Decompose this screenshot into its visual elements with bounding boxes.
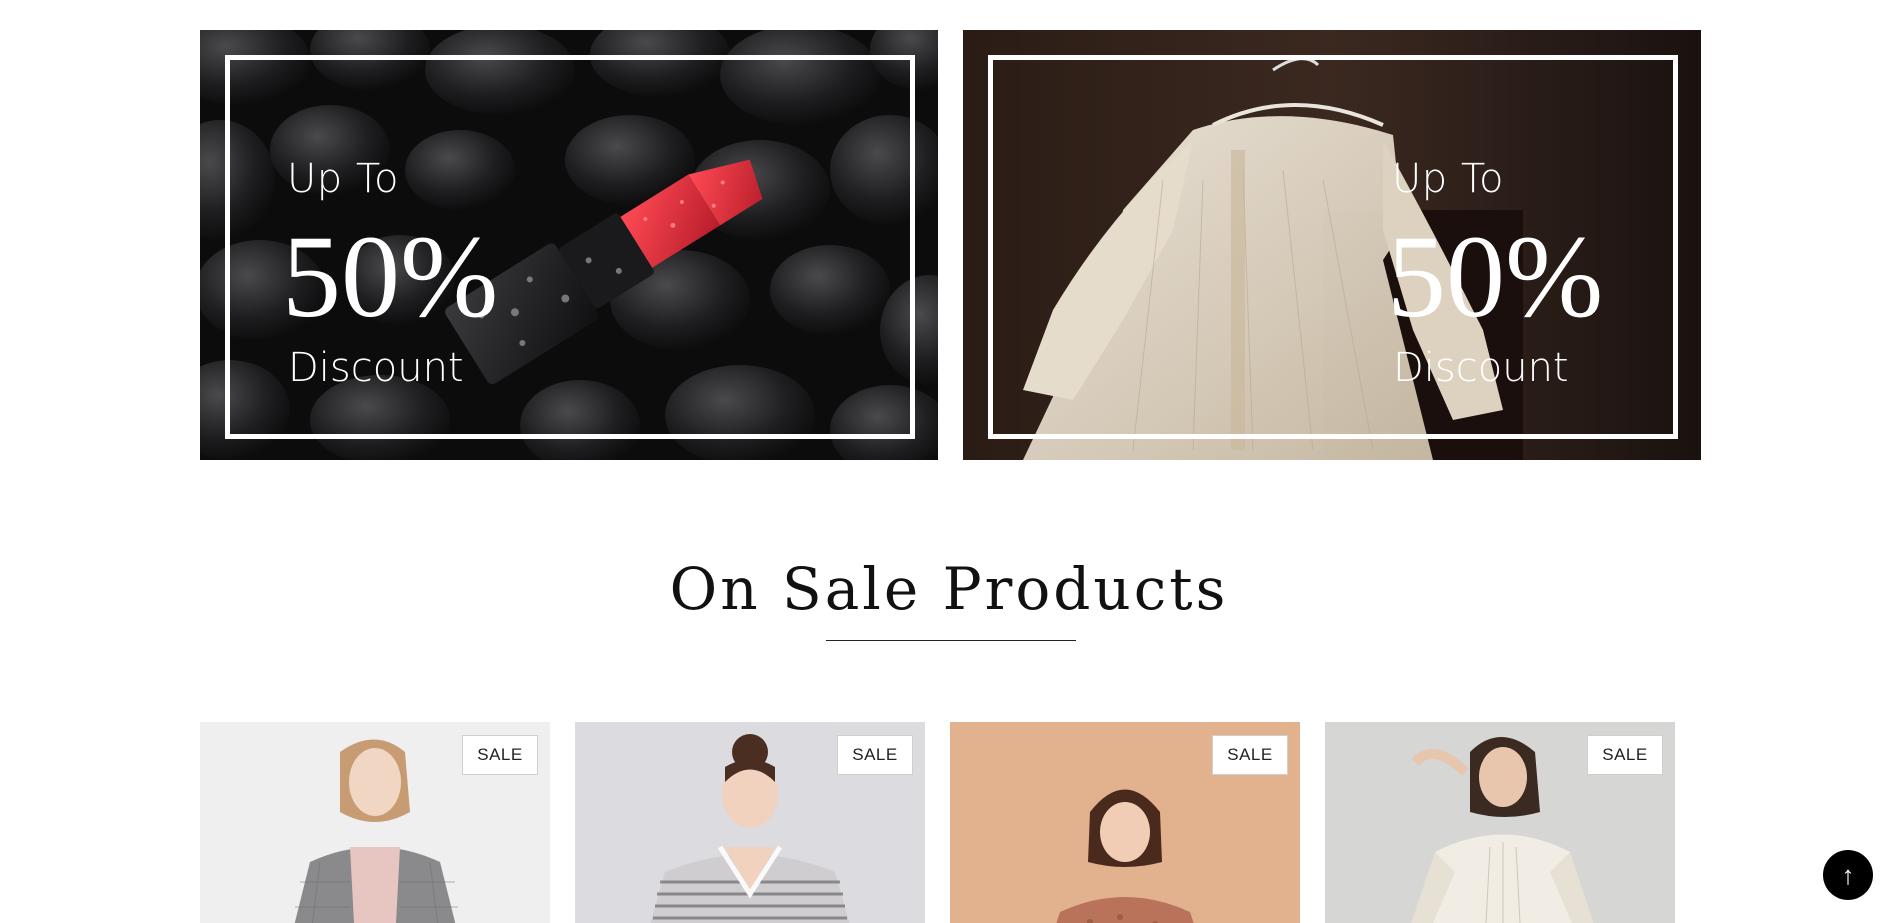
sale-badge: SALE (1587, 735, 1663, 775)
banner-discount-label: Discount (288, 345, 464, 391)
banner-discount-percent: 50% (282, 211, 499, 342)
sale-badge: SALE (837, 735, 913, 775)
product-card[interactable]: SALE (950, 722, 1300, 923)
banner-up-to-text: Up To (287, 156, 399, 202)
section-title: On Sale Products (669, 555, 1229, 623)
sale-badge: SALE (1212, 735, 1288, 775)
product-card[interactable]: SALE (200, 722, 550, 923)
arrow-up-icon: ↑ (1841, 859, 1855, 890)
banner-discount-label: Discount (1393, 345, 1569, 391)
title-underline (826, 640, 1076, 641)
sale-badge: SALE (462, 735, 538, 775)
page: Up To 50% Discount Up To 50% Discount On… (0, 0, 1898, 923)
promo-banner-dress[interactable]: Up To 50% Discount (963, 30, 1701, 460)
back-to-top-button[interactable]: ↑ (1823, 850, 1873, 900)
product-card[interactable]: SALE (575, 722, 925, 923)
banner-up-to-text: Up To (1392, 156, 1504, 202)
promo-banner-lipstick[interactable]: Up To 50% Discount (200, 30, 938, 460)
product-card[interactable]: SALE (1325, 722, 1675, 923)
banner-discount-percent: 50% (1387, 211, 1604, 342)
